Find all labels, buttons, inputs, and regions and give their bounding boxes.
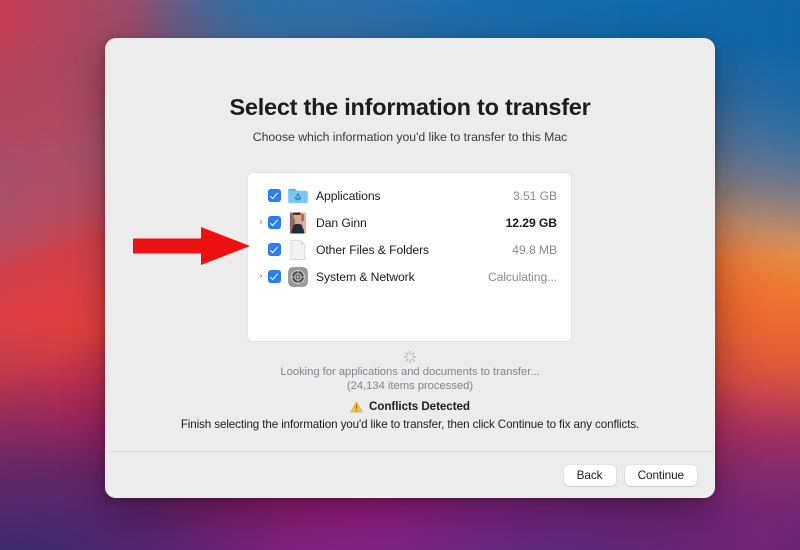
chevron-right-icon[interactable]: › xyxy=(254,271,268,282)
back-button[interactable]: Back xyxy=(563,464,616,486)
list-item-size: 12.29 GB xyxy=(505,215,557,230)
list-item-label: Dan Ginn xyxy=(316,215,367,230)
list-item-label: Applications xyxy=(316,188,381,203)
list-item[interactable]: › Applications 3.51 GB xyxy=(248,182,571,209)
status-item-count: (24,134 items processed) xyxy=(346,380,474,392)
loading-spinner xyxy=(105,350,715,364)
user-avatar-icon xyxy=(287,212,309,234)
list-item-size: 3.51 GB xyxy=(512,188,557,203)
list-item-label: System & Network xyxy=(316,269,415,284)
desktop-wallpaper: Select the information to transfer Choos… xyxy=(0,0,800,550)
checkbox-dan-ginn[interactable] xyxy=(268,216,281,229)
checkbox-other-files[interactable] xyxy=(268,243,281,256)
list-item-size: Calculating... xyxy=(487,269,557,284)
conflicts-banner: Conflicts Detected xyxy=(105,400,715,413)
transfer-items-list: › Applications 3.51 GB xyxy=(248,173,571,341)
status-message: Looking for applications and documents t… xyxy=(280,366,540,378)
dialog-footer: Back Continue xyxy=(105,451,715,498)
list-item-label: Other Files & Folders xyxy=(316,242,430,257)
page-subtitle: Choose which information you'd like to t… xyxy=(252,130,568,144)
checkbox-applications[interactable] xyxy=(268,189,281,202)
list-item[interactable]: › Other Files & Folders 49.8 MB xyxy=(248,236,571,263)
list-item[interactable]: › System & Network Calculating... xyxy=(248,263,571,290)
continue-button[interactable]: Continue xyxy=(624,464,697,486)
checkbox-system-network[interactable] xyxy=(268,270,281,283)
conflicts-description: Finish selecting the information you'd l… xyxy=(180,418,640,431)
system-preferences-icon xyxy=(287,266,309,288)
list-item[interactable]: › Dan Ginn 12.29 GB xyxy=(248,209,571,236)
page-title: Select the information to transfer xyxy=(229,94,591,120)
list-item-size: 49.8 MB xyxy=(512,242,557,257)
warning-triangle-icon xyxy=(350,401,363,412)
migration-assistant-window: Select the information to transfer Choos… xyxy=(105,38,715,498)
conflicts-title: Conflicts Detected xyxy=(369,400,470,413)
dialog-content-area: Select the information to transfer Choos… xyxy=(105,38,715,451)
document-icon xyxy=(287,239,309,261)
applications-folder-icon xyxy=(287,185,309,207)
chevron-right-icon[interactable]: › xyxy=(254,217,268,228)
